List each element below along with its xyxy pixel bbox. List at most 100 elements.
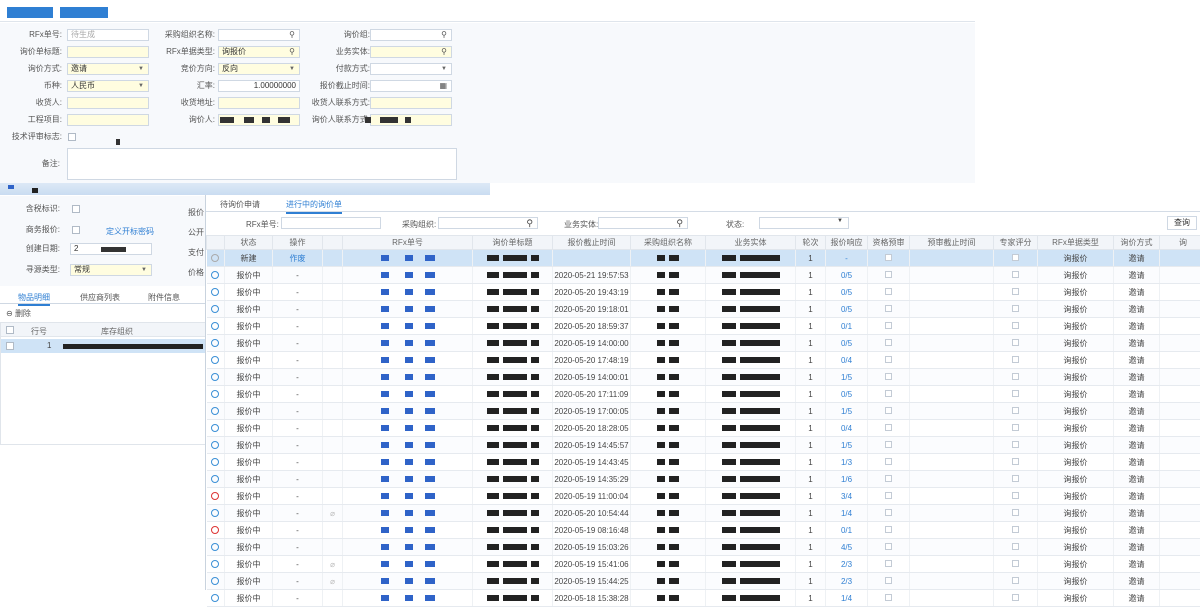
rfx-no-cell[interactable] <box>343 522 473 539</box>
table-row[interactable]: 报价中-2020-05-19 14:35:2911/6询报价邀请 <box>207 471 1200 488</box>
rfx-no-cell[interactable] <box>343 471 473 488</box>
attachment-icon[interactable]: ⌀ <box>330 509 335 518</box>
attachment-icon[interactable]: ⌀ <box>330 577 335 586</box>
entity-input[interactable]: ⚲ <box>598 217 688 229</box>
operation-cell[interactable]: - <box>273 352 323 369</box>
form-field[interactable]: ⚲ <box>370 46 452 58</box>
calendar-icon[interactable]: ▦ <box>439 81 447 91</box>
operation-cell[interactable]: - <box>273 522 323 539</box>
rfx-no-cell[interactable] <box>343 352 473 369</box>
response-cell[interactable]: 2/3 <box>826 556 868 573</box>
column-header[interactable]: 预审截止时间 <box>910 236 994 250</box>
form-field[interactable]: 询报价⚲ <box>218 46 300 58</box>
column-header[interactable]: 询 <box>1160 236 1200 250</box>
tab-attachments[interactable]: 附件信息 <box>148 292 180 303</box>
table-row[interactable]: 报价中-⌀2020-05-19 15:44:2512/3询报价邀请 <box>207 573 1200 590</box>
operation-cell[interactable]: - <box>273 573 323 590</box>
org-input[interactable]: ⚲ <box>438 217 538 229</box>
rfx-no-cell[interactable] <box>343 590 473 607</box>
table-row[interactable]: 报价中-⌀2020-05-19 15:41:0612/3询报价邀请 <box>207 556 1200 573</box>
operation-cell[interactable]: - <box>273 471 323 488</box>
rfx-no-cell[interactable] <box>343 301 473 318</box>
form-field[interactable] <box>67 114 149 126</box>
response-cell[interactable]: 0/5 <box>826 335 868 352</box>
operation-cell[interactable]: - <box>273 386 323 403</box>
column-header[interactable] <box>207 236 225 250</box>
search-icon[interactable]: ⚲ <box>289 47 295 57</box>
rfx-no-cell[interactable] <box>343 505 473 522</box>
rfx-no-cell[interactable] <box>343 386 473 403</box>
submit-button[interactable] <box>60 7 108 18</box>
column-header[interactable]: 询价方式 <box>1114 236 1160 250</box>
response-cell[interactable]: 1/4 <box>826 505 868 522</box>
operation-cell[interactable]: 作废 <box>273 250 323 267</box>
table-row[interactable]: 报价中-2020-05-19 08:16:4810/1询报价邀请 <box>207 522 1200 539</box>
tab-in-progress[interactable]: 进行中的询价单 <box>286 199 342 214</box>
search-icon[interactable]: ⚲ <box>289 30 295 40</box>
response-cell[interactable]: 1/4 <box>826 590 868 607</box>
operation-cell[interactable]: - <box>273 454 323 471</box>
operation-cell[interactable]: - <box>273 403 323 420</box>
form-field[interactable]: 1.00000000 <box>218 80 300 92</box>
table-row[interactable]: 报价中-2020-05-20 18:59:3710/1询报价邀请 <box>207 318 1200 335</box>
remark-textarea[interactable] <box>67 148 457 180</box>
form-field[interactable]: 反向▼ <box>218 63 300 75</box>
column-header[interactable]: 专家评分 <box>994 236 1038 250</box>
operation-cell[interactable]: - <box>273 556 323 573</box>
form-field[interactable]: ▦ <box>370 80 452 92</box>
form-field[interactable]: 待生成 <box>67 29 149 41</box>
tax-flag-checkbox[interactable] <box>72 205 80 213</box>
column-header[interactable]: 询价单标题 <box>473 236 553 250</box>
response-cell[interactable]: 2/3 <box>826 573 868 590</box>
column-header[interactable]: 业务实体 <box>706 236 796 250</box>
column-header[interactable]: 操作 <box>273 236 323 250</box>
response-cell[interactable]: 4/5 <box>826 539 868 556</box>
created-date-field[interactable]: 2 <box>70 243 152 255</box>
table-row[interactable]: 报价中-⌀2020-05-20 10:54:4411/4询报价邀请 <box>207 505 1200 522</box>
form-field[interactable] <box>67 46 149 58</box>
form-field[interactable]: 人民币▼ <box>67 80 149 92</box>
response-cell[interactable]: 1/3 <box>826 454 868 471</box>
row-checkbox[interactable] <box>6 342 14 350</box>
operation-cell[interactable]: - <box>273 590 323 607</box>
search-icon[interactable]: ⚲ <box>441 30 447 40</box>
response-cell[interactable]: 0/5 <box>826 386 868 403</box>
column-header[interactable]: 轮次 <box>796 236 826 250</box>
operation-cell[interactable]: - <box>273 539 323 556</box>
response-cell[interactable]: 0/4 <box>826 352 868 369</box>
operation-cell[interactable]: - <box>273 318 323 335</box>
tab-supplier-list[interactable]: 供应商列表 <box>80 292 120 303</box>
rfx-no-cell[interactable] <box>343 556 473 573</box>
rfx-no-cell[interactable] <box>343 250 473 267</box>
operation-cell[interactable]: - <box>273 437 323 454</box>
response-cell[interactable]: 1/6 <box>826 471 868 488</box>
table-row[interactable]: 报价中-2020-05-19 11:00:0413/4询报价邀请 <box>207 488 1200 505</box>
form-field[interactable] <box>370 97 452 109</box>
operation-cell[interactable]: - <box>273 420 323 437</box>
search-icon[interactable]: ⚲ <box>526 218 533 229</box>
operation-cell[interactable]: - <box>273 284 323 301</box>
table-row[interactable]: 报价中-2020-05-19 14:00:0111/5询报价邀请 <box>207 369 1200 386</box>
form-field[interactable]: ▼ <box>370 63 452 75</box>
rfx-no-cell[interactable] <box>343 284 473 301</box>
select-all-checkbox[interactable] <box>6 326 14 334</box>
table-row[interactable]: 报价中-2020-05-20 19:43:1910/5询报价邀请 <box>207 284 1200 301</box>
query-button[interactable]: 查询 <box>1167 216 1197 230</box>
save-button[interactable] <box>7 7 53 18</box>
form-field[interactable]: ⚲ <box>218 29 300 41</box>
rfx-no-cell[interactable] <box>343 267 473 284</box>
table-row[interactable]: 报价中-2020-05-18 15:38:2811/4询报价邀请 <box>207 590 1200 607</box>
form-field[interactable]: 邀请▼ <box>67 63 149 75</box>
table-row[interactable]: 报价中-2020-05-20 18:28:0510/4询报价邀请 <box>207 420 1200 437</box>
table-row[interactable]: 报价中-2020-05-19 15:03:2614/5询报价邀请 <box>207 539 1200 556</box>
attachment-icon[interactable]: ⌀ <box>330 560 335 569</box>
response-cell[interactable]: 1/5 <box>826 369 868 386</box>
operation-cell[interactable]: - <box>273 488 323 505</box>
search-icon[interactable]: ⚲ <box>676 218 683 229</box>
response-cell[interactable]: 0/5 <box>826 301 868 318</box>
response-cell[interactable]: 3/4 <box>826 488 868 505</box>
response-cell[interactable]: 0/1 <box>826 522 868 539</box>
column-header[interactable] <box>323 236 343 250</box>
operation-cell[interactable]: - <box>273 335 323 352</box>
column-header[interactable]: 资格预审 <box>868 236 910 250</box>
